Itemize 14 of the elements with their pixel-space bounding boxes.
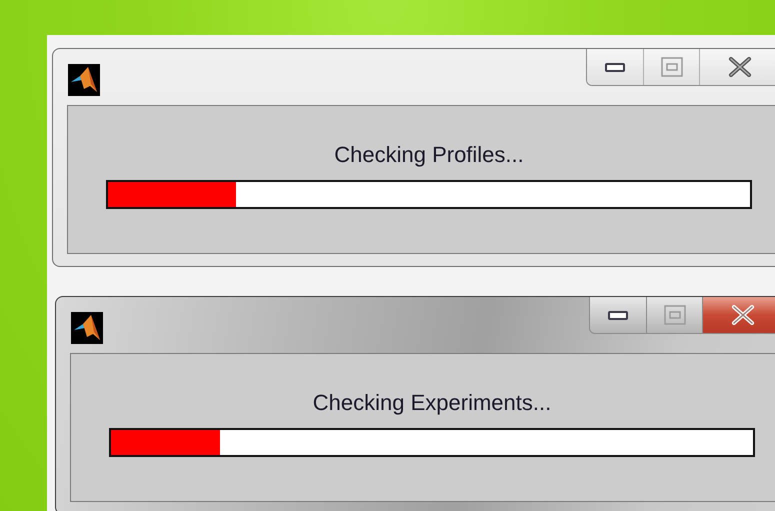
maximize-icon [660,57,682,77]
minimize-icon [604,61,626,73]
status-message: Checking Experiments... [312,390,552,416]
minimize-icon [607,309,629,321]
peak-icon [71,312,103,344]
minimize-button[interactable] [590,297,646,333]
close-button[interactable] [699,49,775,85]
close-button[interactable] [702,297,775,333]
minimize-button[interactable] [587,49,643,85]
peak-icon [68,64,100,96]
maximize-icon [664,305,686,325]
close-icon [728,57,752,77]
close-icon [731,305,755,325]
status-message: Checking Profiles... [334,142,524,168]
